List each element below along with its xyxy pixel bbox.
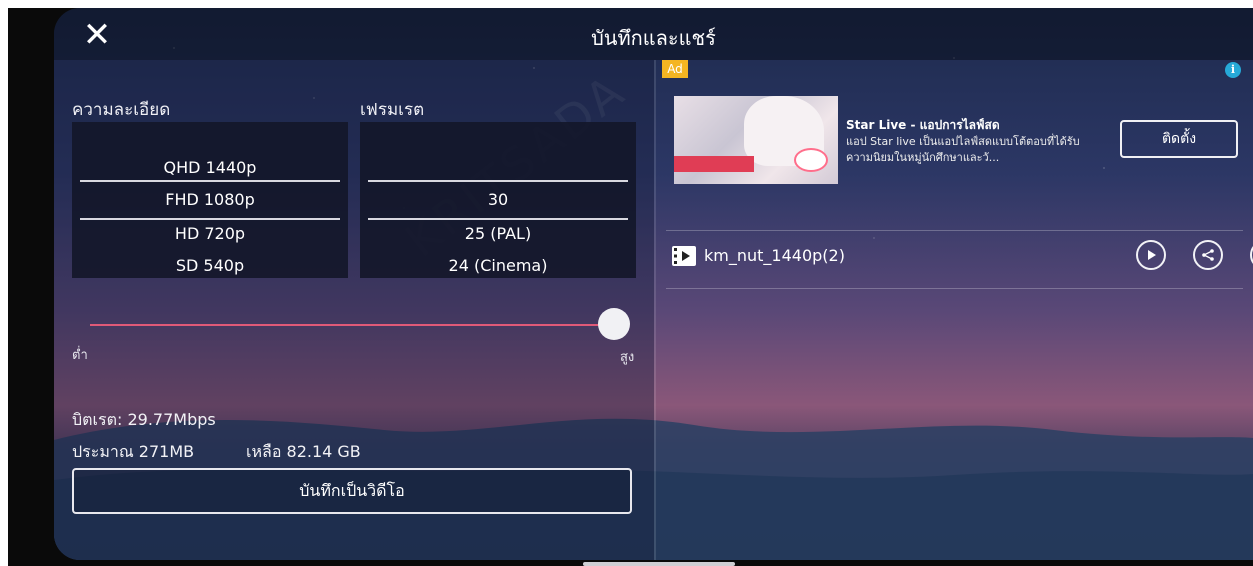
ad-badge: Ad <box>662 60 688 78</box>
top-bar: ✕ บันทึกและแชร์ <box>54 8 1253 60</box>
bitrate-text: บิตเรต: 29.77Mbps <box>72 410 216 429</box>
record-settings-panel: ความละเอียด เฟรมเรต QHD 1440p FHD 1080p … <box>54 60 654 560</box>
quality-slider-track[interactable] <box>90 324 618 326</box>
framerate-picker[interactable]: 30 25 (PAL) 24 (Cinema) <box>360 122 636 278</box>
slider-high-label: สูง <box>620 350 635 365</box>
estimated-size-text: ประมาณ 271MB <box>72 442 195 461</box>
play-icon[interactable] <box>1136 240 1166 270</box>
list-divider <box>666 288 1243 289</box>
resolution-option[interactable]: HD 720p <box>72 224 348 243</box>
install-button[interactable]: ติดตั้ง <box>1120 120 1238 158</box>
resolution-option-selected[interactable]: FHD 1080p <box>72 190 348 209</box>
resolution-option[interactable]: SD 540p <box>72 256 348 275</box>
device-frame: KRITSADA ✕ บันทึกและแชร์ ความละเอียด เฟร… <box>8 8 1253 566</box>
home-indicator[interactable] <box>583 562 735 566</box>
ad-info-icon[interactable]: i <box>1225 62 1241 78</box>
video-file-icon <box>672 246 696 266</box>
page-title: บันทึกและแชร์ <box>591 26 716 50</box>
recordings-panel: Ad i Star Live - แอปการไลฟ์สด แอป Star l… <box>656 60 1253 560</box>
picker-selection-line-top <box>80 180 340 182</box>
ad-description[interactable]: แอป Star live เป็นแอปไลฟ์สดแบบโต้ตอบที่ไ… <box>846 134 1104 166</box>
picker-selection-line-bottom <box>368 218 628 220</box>
resolution-label: ความละเอียด <box>72 100 171 120</box>
save-as-video-button[interactable]: บันทึกเป็นวิดีโอ <box>72 468 632 514</box>
ad-thumbnail-image[interactable] <box>674 96 838 184</box>
framerate-option[interactable]: 24 (Cinema) <box>360 256 636 275</box>
picker-selection-line-top <box>368 180 628 182</box>
recording-file-name[interactable]: km_nut_1440p(2) <box>704 246 845 265</box>
framerate-option-selected[interactable]: 30 <box>360 190 636 209</box>
resolution-picker[interactable]: QHD 1440p FHD 1080p HD 720p SD 540p <box>72 122 348 278</box>
slider-low-label: ต่ำ <box>72 348 88 363</box>
picker-selection-line-bottom <box>80 218 340 220</box>
app-screen: KRITSADA ✕ บันทึกและแชร์ ความละเอียด เฟร… <box>54 8 1253 560</box>
framerate-label: เฟรมเรต <box>360 100 425 120</box>
framerate-option[interactable]: 25 (PAL) <box>360 224 636 243</box>
ad-title[interactable]: Star Live - แอปการไลฟ์สด <box>846 116 1000 135</box>
remaining-storage-text: เหลือ 82.14 GB <box>246 442 361 461</box>
quality-slider-thumb[interactable] <box>598 308 630 340</box>
resolution-option[interactable]: QHD 1440p <box>72 158 348 177</box>
share-icon[interactable] <box>1193 240 1223 270</box>
list-divider <box>666 230 1243 231</box>
